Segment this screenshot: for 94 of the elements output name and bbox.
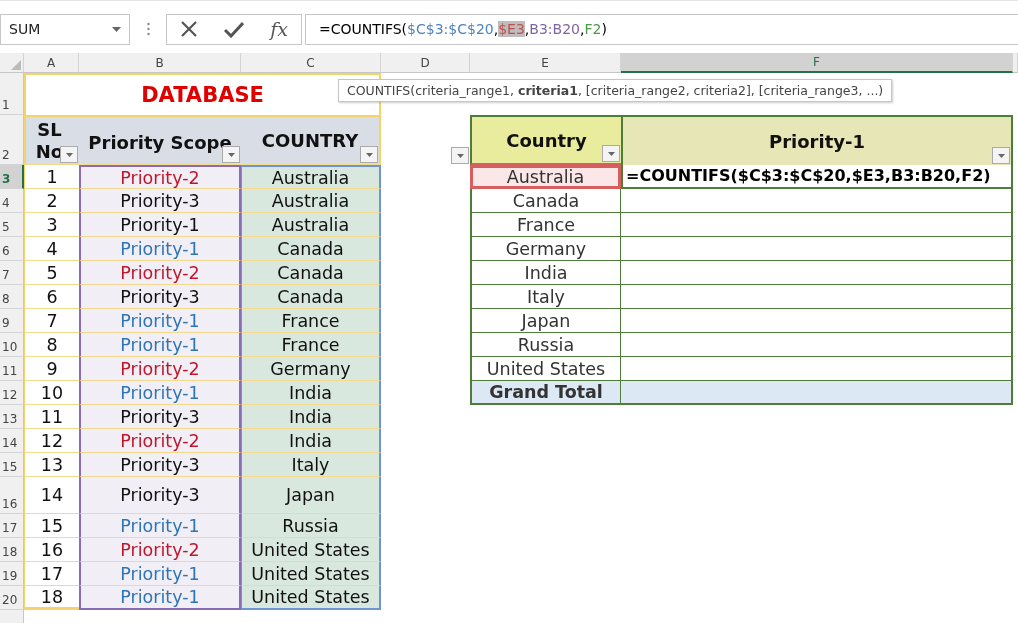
table-cell: France — [241, 333, 381, 357]
column-header[interactable]: C — [241, 53, 381, 73]
row-header[interactable]: 13 — [0, 405, 24, 429]
filter-dropdown-button[interactable] — [602, 145, 620, 162]
table-cell: Canada — [241, 237, 381, 261]
table-cell: Priority-2 — [79, 429, 241, 453]
row-header[interactable]: 7 — [0, 261, 24, 285]
table-cell: United States — [241, 586, 381, 610]
table-cell: Canada — [241, 285, 381, 309]
table-cell: Canada — [241, 261, 381, 285]
pivot-header: Country — [470, 115, 621, 165]
column-header[interactable]: F — [621, 53, 1013, 73]
formula-input[interactable]: =COUNTIFS($C$3:$C$20,$E3,B3:B20,F2) — [305, 13, 1018, 45]
table-cell: Priority-3 — [79, 285, 241, 309]
row-header[interactable]: 2 — [0, 115, 24, 165]
row-header[interactable]: 17 — [0, 514, 24, 538]
table-cell: India — [241, 381, 381, 405]
row-header[interactable]: 12 — [0, 381, 24, 405]
table-cell: United States — [241, 538, 381, 562]
check-icon[interactable] — [224, 20, 245, 38]
filter-dropdown-button[interactable] — [451, 147, 469, 164]
table-cell: Japan — [241, 477, 381, 514]
table-cell: Priority-1 — [79, 562, 241, 586]
row-header[interactable]: 1 — [0, 73, 24, 115]
table-cell: Russia — [241, 514, 381, 538]
grip-icon — [146, 22, 150, 36]
column-header[interactable]: D — [381, 53, 470, 73]
dropdown-arrow-icon — [456, 153, 464, 158]
pivot-row-label: Italy — [470, 285, 621, 309]
dropdown-arrow-icon — [65, 152, 73, 157]
table-cell: Australia — [241, 213, 381, 237]
dropdown-arrow-icon — [997, 153, 1005, 158]
table-cell: France — [241, 309, 381, 333]
pivot-row-label: Australia — [470, 165, 621, 189]
table-cell: India — [241, 429, 381, 453]
table-cell: Priority-3 — [79, 405, 241, 429]
table-cell: Priority-1 — [79, 586, 241, 610]
column-heading: Priority Scope — [79, 115, 241, 165]
table-cell: Australia — [241, 165, 381, 189]
table-cell: Priority-1 — [79, 237, 241, 261]
column-heading: COUNTRY — [241, 115, 381, 165]
table-cell: Priority-3 — [79, 477, 241, 514]
row-header[interactable]: 4 — [0, 189, 24, 213]
row-header[interactable]: 14 — [0, 429, 24, 453]
table-cell: India — [241, 405, 381, 429]
table-cell: Australia — [241, 189, 381, 213]
insert-function-button[interactable]: fx — [270, 18, 288, 40]
row-header[interactable]: 19 — [0, 562, 24, 586]
name-box[interactable]: SUM — [0, 13, 130, 45]
dropdown-arrow-icon — [227, 152, 235, 157]
row-header[interactable]: 5 — [0, 213, 24, 237]
row-header[interactable]: 11 — [0, 357, 24, 381]
filter-dropdown-button[interactable] — [992, 147, 1010, 164]
function-tooltip: COUNTIFS(criteria_range1, criteria1, [criteria_range2, criteria2], [criteria_range3, ...) — [338, 79, 893, 102]
table-cell: Priority-2 — [79, 165, 241, 189]
pivot-row-label: India — [470, 261, 621, 285]
grand-total-label: Grand Total — [470, 381, 621, 405]
cancel-icon[interactable] — [180, 20, 199, 38]
table-cell: United States — [241, 562, 381, 586]
pivot-header: Priority-1 — [621, 115, 1013, 165]
table-cell: Priority-2 — [79, 357, 241, 381]
filter-dropdown-button[interactable] — [360, 146, 378, 163]
column-header[interactable]: A — [24, 53, 79, 73]
column-header[interactable]: B — [79, 53, 241, 73]
pivot-row-label: Japan — [470, 309, 621, 333]
row-header[interactable]: 16 — [0, 477, 24, 514]
row-header[interactable]: 3 — [0, 165, 24, 189]
row-header[interactable]: 18 — [0, 538, 24, 562]
row-header[interactable]: 15 — [0, 453, 24, 477]
row-header[interactable]: 10 — [0, 333, 24, 357]
dropdown-arrow-icon — [365, 152, 373, 157]
row-header[interactable]: 20 — [0, 586, 24, 610]
table-cell: Italy — [241, 453, 381, 477]
dropdown-arrow-icon — [607, 151, 615, 156]
table-cell: Germany — [241, 357, 381, 381]
filter-dropdown-button[interactable] — [60, 146, 78, 163]
row-header[interactable]: 9 — [0, 309, 24, 333]
table-cell: Priority-2 — [79, 538, 241, 562]
table-cell: Priority-3 — [79, 453, 241, 477]
table-cell: Priority-1 — [79, 213, 241, 237]
table-cell: Priority-1 — [79, 333, 241, 357]
table-cell: Priority-1 — [79, 514, 241, 538]
column-header[interactable]: E — [470, 53, 621, 73]
table-cell: Priority-1 — [79, 381, 241, 405]
row-header[interactable]: 6 — [0, 237, 24, 261]
table-cell: Priority-1 — [79, 309, 241, 333]
pivot-row-label: France — [470, 213, 621, 237]
table-cell: Priority-3 — [79, 189, 241, 213]
row-header[interactable]: 8 — [0, 285, 24, 309]
table-cell: Priority-2 — [79, 261, 241, 285]
pivot-row-label: Germany — [470, 237, 621, 261]
dropdown-arrow-icon — [112, 26, 121, 32]
pivot-row-label: Russia — [470, 333, 621, 357]
pivot-row-label: Canada — [470, 189, 621, 213]
